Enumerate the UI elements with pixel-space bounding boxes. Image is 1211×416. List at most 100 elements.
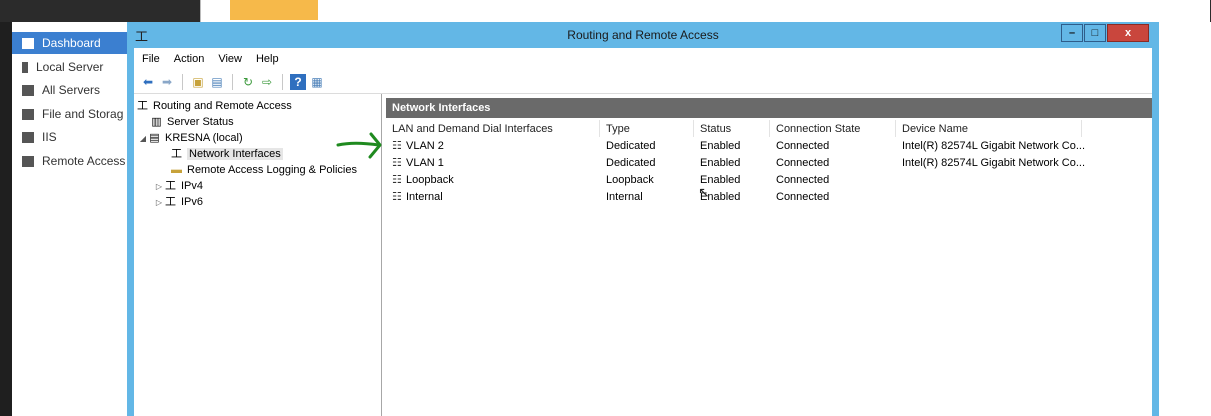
table-row[interactable]: ☷ VLAN 1 Dedicated Enabled Connected Inte… [386, 154, 1152, 171]
cell-device-name [896, 188, 902, 205]
server-status-icon: ▥ [151, 115, 162, 128]
folder-icon: ▬ [171, 163, 182, 176]
window-title: Routing and Remote Access [567, 28, 719, 42]
network-interface-icon: ☷ [392, 191, 402, 203]
tree-item-kresna[interactable]: ◢ ▤ KRESNA (local) [138, 130, 243, 146]
nav-item-label: IIS [42, 130, 57, 144]
interface-name: VLAN 2 [406, 139, 444, 152]
tree-item-server-status[interactable]: ▥ Server Status [150, 114, 233, 130]
toolbar-separator [232, 73, 233, 90]
routing-icon: 工 [165, 195, 176, 208]
nav-item-label: Remote Access [42, 154, 126, 168]
cell-device-name: Intel(R) 82574L Gigabit Network Co... [902, 156, 1086, 169]
iis-icon [22, 131, 34, 143]
collapse-icon[interactable]: ◢ [138, 134, 148, 143]
server-icon [22, 61, 28, 73]
results-pane: Network Interfaces LAN and Demand Dial I… [386, 94, 1152, 416]
properties-icon[interactable]: ▦ [309, 74, 325, 90]
server-icon: ▤ [149, 131, 160, 144]
network-interface-icon: ☷ [392, 174, 402, 186]
interface-name: Internal [406, 190, 443, 203]
network-interface-icon: ☷ [392, 140, 402, 152]
nav-item-remote-access[interactable]: Remote Access [12, 150, 130, 172]
cell-interface: ☷ Loopback [386, 171, 454, 188]
pane-header: Network Interfaces [386, 98, 1152, 118]
network-interface-icon: ☷ [392, 157, 402, 169]
export-list-icon[interactable]: ⇨ [259, 74, 275, 90]
cell-connection-state: Connected [776, 139, 830, 152]
cell-interface: ☷ VLAN 2 [386, 137, 444, 154]
table-row[interactable]: ☷ VLAN 2 Dedicated Enabled Connected Inte… [386, 137, 1152, 154]
cell-type: Internal [606, 190, 643, 203]
nav-item-label: File and Storag [42, 107, 124, 121]
close-button[interactable]: x [1107, 24, 1149, 42]
cell-interface: ☷ Internal [386, 188, 443, 205]
remote-access-icon [22, 155, 34, 167]
title-bar[interactable]: 工 Routing and Remote Access – □ x [127, 22, 1159, 48]
toolbar-separator [182, 73, 183, 90]
menu-action[interactable]: Action [174, 53, 205, 65]
maximize-button[interactable]: □ [1084, 24, 1106, 42]
nav-item-label: All Servers [42, 83, 101, 97]
toolbar-separator [282, 73, 283, 90]
annotation-arrow-icon [336, 132, 382, 159]
show-hide-tree-icon[interactable]: ▤ [209, 74, 225, 90]
menu-bar: File Action View Help [134, 48, 1152, 70]
nav-item-local-server[interactable]: Local Server [12, 56, 130, 78]
interface-name: VLAN 1 [406, 156, 444, 169]
cell-connection-state: Connected [776, 156, 830, 169]
left-edge [0, 22, 12, 416]
column-header-type[interactable]: Type [600, 120, 694, 137]
storage-icon [22, 108, 34, 120]
tree-item-network-interfaces[interactable]: 工 Network Interfaces [170, 146, 283, 162]
nav-item-all-servers[interactable]: All Servers [12, 79, 130, 101]
mouse-cursor-icon: ↖ [698, 184, 710, 200]
cell-connection-state: Connected [776, 173, 830, 186]
cell-connection-state: Connected [776, 190, 830, 203]
interface-name: Loopback [406, 173, 454, 186]
server-manager-tab [200, 0, 1210, 22]
forward-arrow-icon[interactable]: ➡ [159, 74, 175, 90]
nav-item-iis[interactable]: IIS [12, 126, 130, 148]
column-header-interfaces[interactable]: LAN and Demand Dial Interfaces [386, 120, 600, 137]
tree-item-logging-policies[interactable]: ▬ Remote Access Logging & Policies [170, 162, 357, 178]
routing-icon: 工 [165, 179, 176, 192]
tree-item-ipv4[interactable]: ▷ 工 IPv4 [154, 178, 203, 194]
cell-device-name: Intel(R) 82574L Gigabit Network Co... [902, 139, 1086, 152]
window-content: 工 Routing and Remote Access ▥ Server Sta… [134, 94, 1152, 416]
expand-icon[interactable]: ▷ [154, 182, 164, 191]
servers-icon [22, 84, 34, 96]
table-row[interactable]: ☷ Loopback Loopback Enabled Connected [386, 171, 1152, 188]
up-folder-icon[interactable]: ▣ [190, 74, 206, 90]
cell-type: Loopback [606, 173, 654, 186]
table-row[interactable]: ☷ Internal Internal Enabled Connected [386, 188, 1152, 205]
menu-view[interactable]: View [218, 53, 242, 65]
network-interfaces-icon: 工 [171, 147, 182, 160]
cell-device-name [896, 171, 902, 188]
help-icon[interactable]: ? [290, 73, 306, 90]
rras-icon: 工 [137, 99, 148, 112]
cell-status: Enabled [700, 156, 741, 169]
cell-type: Dedicated [606, 139, 656, 152]
menu-help[interactable]: Help [256, 53, 279, 65]
column-header-device-name[interactable]: Device Name [896, 120, 1082, 137]
tree-item-ipv6[interactable]: ▷ 工 IPv6 [154, 194, 203, 210]
column-header-connection-state[interactable]: Connection State [770, 120, 896, 137]
notification-banner[interactable] [230, 0, 318, 20]
nav-item-label: Dashboard [42, 36, 101, 50]
refresh-icon[interactable]: ↻ [240, 74, 256, 90]
cell-type: Dedicated [606, 156, 656, 169]
column-header-status[interactable]: Status [694, 120, 770, 137]
nav-item-file-storage[interactable]: File and Storag [12, 103, 130, 125]
expand-icon[interactable]: ▷ [154, 198, 164, 207]
minimize-button[interactable]: – [1061, 24, 1083, 42]
cell-status: Enabled [700, 139, 741, 152]
menu-file[interactable]: File [142, 53, 160, 65]
cell-interface: ☷ VLAN 1 [386, 154, 444, 171]
server-manager-nav: Dashboard Local Server All Servers File … [12, 22, 130, 416]
nav-item-dashboard[interactable]: Dashboard [12, 32, 130, 54]
server-manager-top-strip [0, 0, 1211, 22]
back-arrow-icon[interactable]: ⬅ [140, 74, 156, 90]
toolbar: ⬅ ➡ ▣ ▤ ↻ ⇨ ? ▦ [134, 70, 1152, 94]
tree-root[interactable]: 工 Routing and Remote Access [136, 98, 292, 114]
